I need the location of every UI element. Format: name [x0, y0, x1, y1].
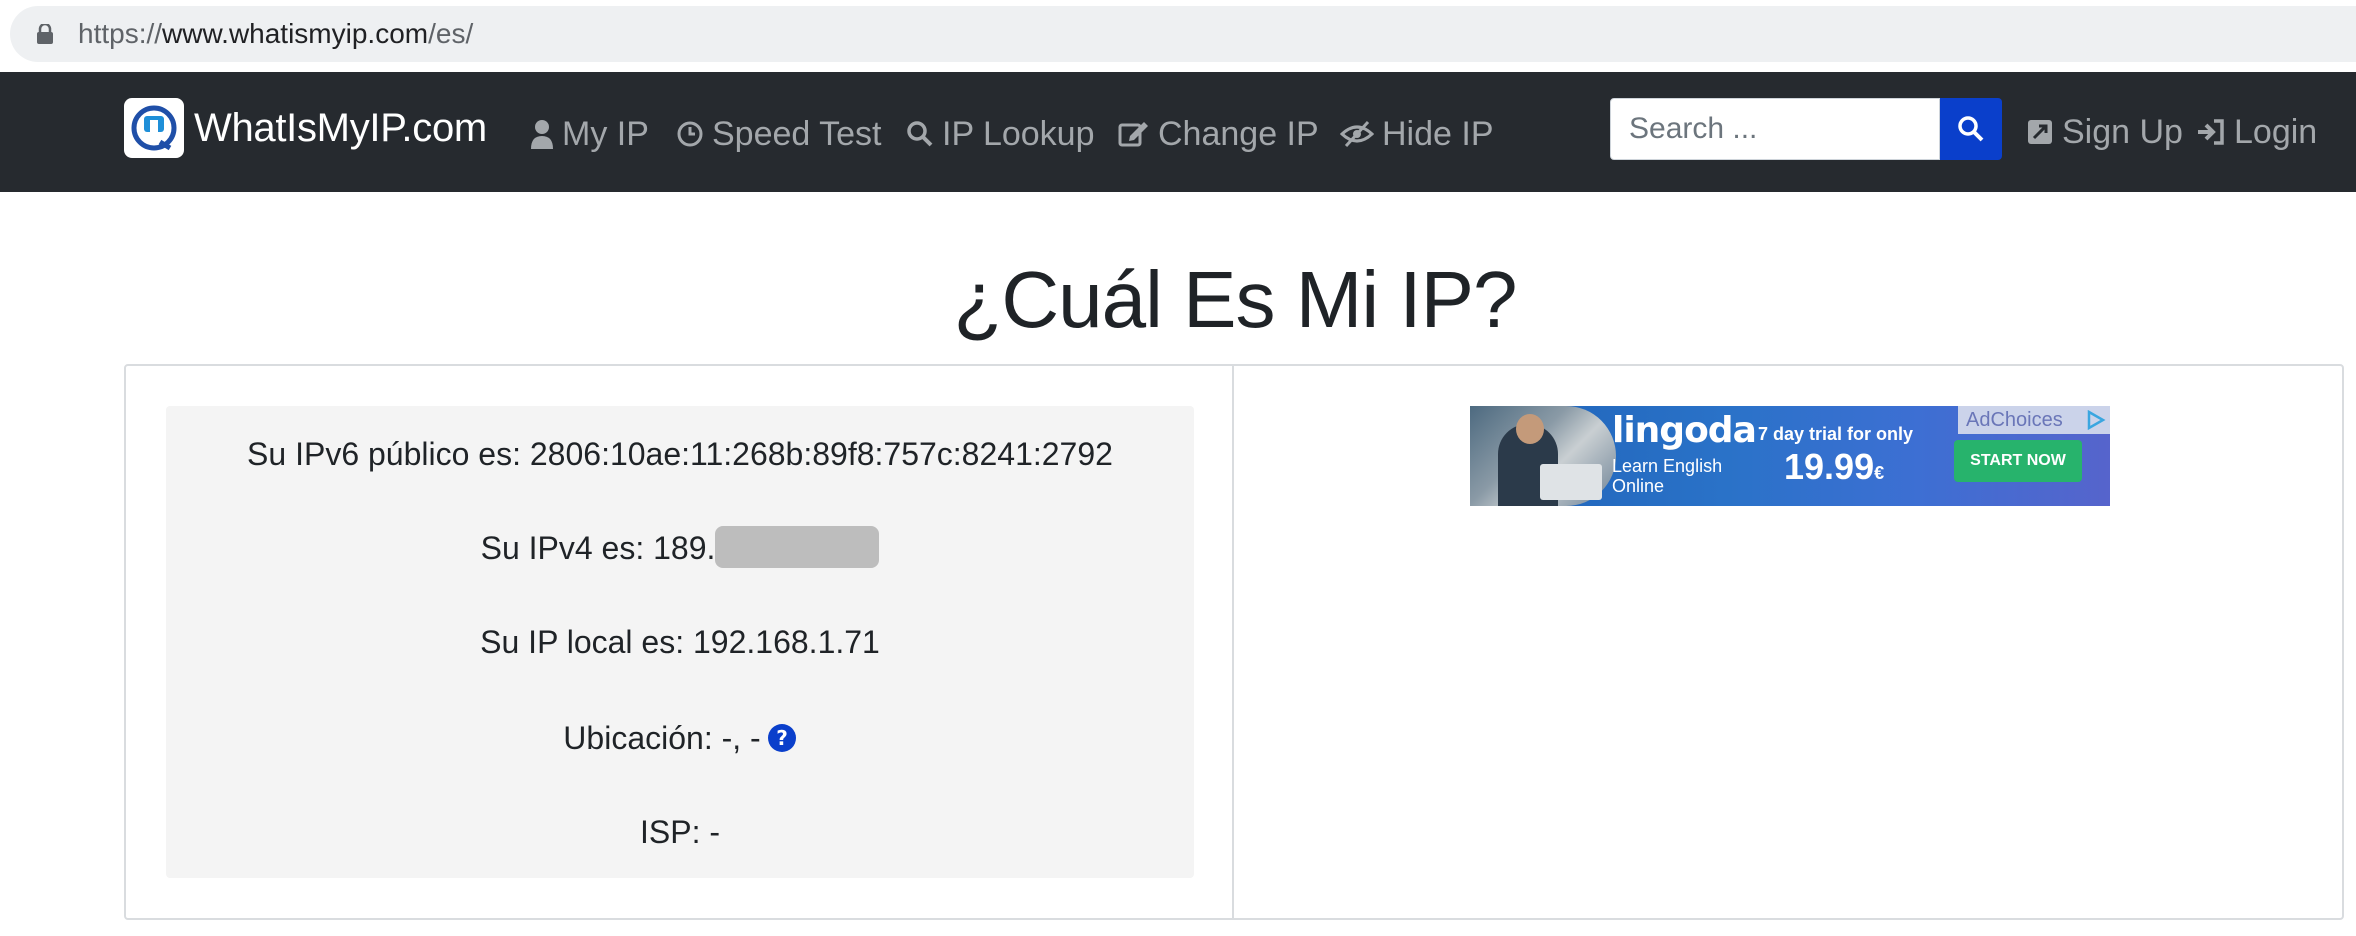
top-navbar: WhatIsMyIP.com My IP Speed Test IP Looku… — [0, 72, 2356, 192]
browser-address-area: https://www.whatismyip.com/es/ — [0, 0, 2356, 72]
brand-link[interactable]: WhatIsMyIP.com — [124, 98, 487, 158]
url-text[interactable]: https://www.whatismyip.com/es/ — [78, 14, 473, 54]
nav-login-label: Login — [2234, 112, 2318, 151]
location-row: Ubicación: -, -? — [166, 716, 1194, 760]
brand-name: WhatIsMyIP.com — [194, 106, 487, 150]
ad-brand-logo: lingoda — [1612, 410, 1757, 451]
question-circle-icon[interactable]: ? — [767, 723, 797, 753]
ad-tagline-1: Learn English — [1612, 456, 1723, 476]
clock-icon — [677, 121, 703, 147]
lingoda-ad-banner[interactable]: lingoda Learn English Online 7 day trial… — [1470, 406, 2110, 506]
ipv4-text: Su IPv4 es: 189. — [480, 530, 716, 566]
nav-sign-up-label: Sign Up — [2062, 112, 2183, 151]
brand-logo-icon — [124, 98, 184, 158]
ad-laptop-figure — [1540, 464, 1602, 500]
nav-speed-test[interactable]: Speed Test — [676, 110, 882, 158]
local-ip-row: Su IP local es: 192.168.1.71 — [480, 624, 880, 660]
user-icon — [531, 120, 553, 149]
ad-person-head — [1516, 414, 1544, 444]
adchoices-label: AdChoices — [1966, 409, 2063, 431]
card-divider — [1232, 364, 1234, 920]
page-title: ¿Cuál Es Mi IP? — [953, 255, 1518, 344]
ad-photo — [1470, 406, 1616, 506]
url-scheme: https:// — [78, 18, 163, 49]
edit-icon — [1118, 122, 1148, 147]
nav-my-ip[interactable]: My IP — [530, 110, 649, 158]
sign-up-icon — [2028, 120, 2052, 144]
search-button[interactable] — [1940, 98, 2002, 160]
search-icon — [907, 121, 933, 147]
adchoices-icon — [2087, 410, 2106, 430]
nav-hide-ip-label: Hide IP — [1382, 114, 1494, 153]
url-host: www.whatismyip.com — [162, 18, 429, 49]
svg-text:?: ? — [776, 726, 788, 750]
lock-icon — [37, 24, 53, 44]
nav-sign-up[interactable]: Sign Up — [2026, 108, 2183, 156]
ipv6-row: Su IPv6 público es: 2806:10ae:11:268b:89… — [247, 436, 1113, 472]
ad-price: 19.99€ — [1784, 446, 1884, 488]
adchoices-link[interactable]: AdChoices — [1958, 406, 2110, 434]
eye-slash-icon — [1340, 120, 1374, 148]
location-text: Ubicación: -, - — [563, 720, 761, 756]
ad-tagline-2: Online — [1612, 476, 1665, 496]
nav-change-ip[interactable]: Change IP — [1118, 110, 1319, 158]
nav-ip-lookup-label: IP Lookup — [942, 114, 1095, 153]
nav-my-ip-label: My IP — [562, 114, 649, 153]
nav-login[interactable]: Login — [2196, 108, 2317, 156]
url-path: /es/ — [428, 18, 474, 49]
nav-ip-lookup[interactable]: IP Lookup — [906, 110, 1095, 158]
login-icon — [2198, 119, 2224, 145]
nav-change-ip-label: Change IP — [1158, 114, 1319, 153]
search-icon — [1958, 116, 1984, 142]
isp-row: ISP: - — [639, 814, 720, 850]
ad-start-now-button[interactable]: START NOW — [1954, 440, 2082, 482]
ad-price-value: 19.99 — [1784, 446, 1875, 487]
search-input[interactable] — [1610, 98, 1940, 160]
ipv4-row: Su IPv4 es: 189. — [166, 525, 1194, 570]
ad-price-currency: € — [1874, 463, 1885, 483]
ad-offer-text: 7 day trial for only — [1758, 424, 1914, 444]
ipv4-redacted-block — [715, 525, 880, 568]
nav-speed-test-label: Speed Test — [712, 114, 882, 153]
nav-hide-ip[interactable]: Hide IP — [1340, 110, 1494, 158]
